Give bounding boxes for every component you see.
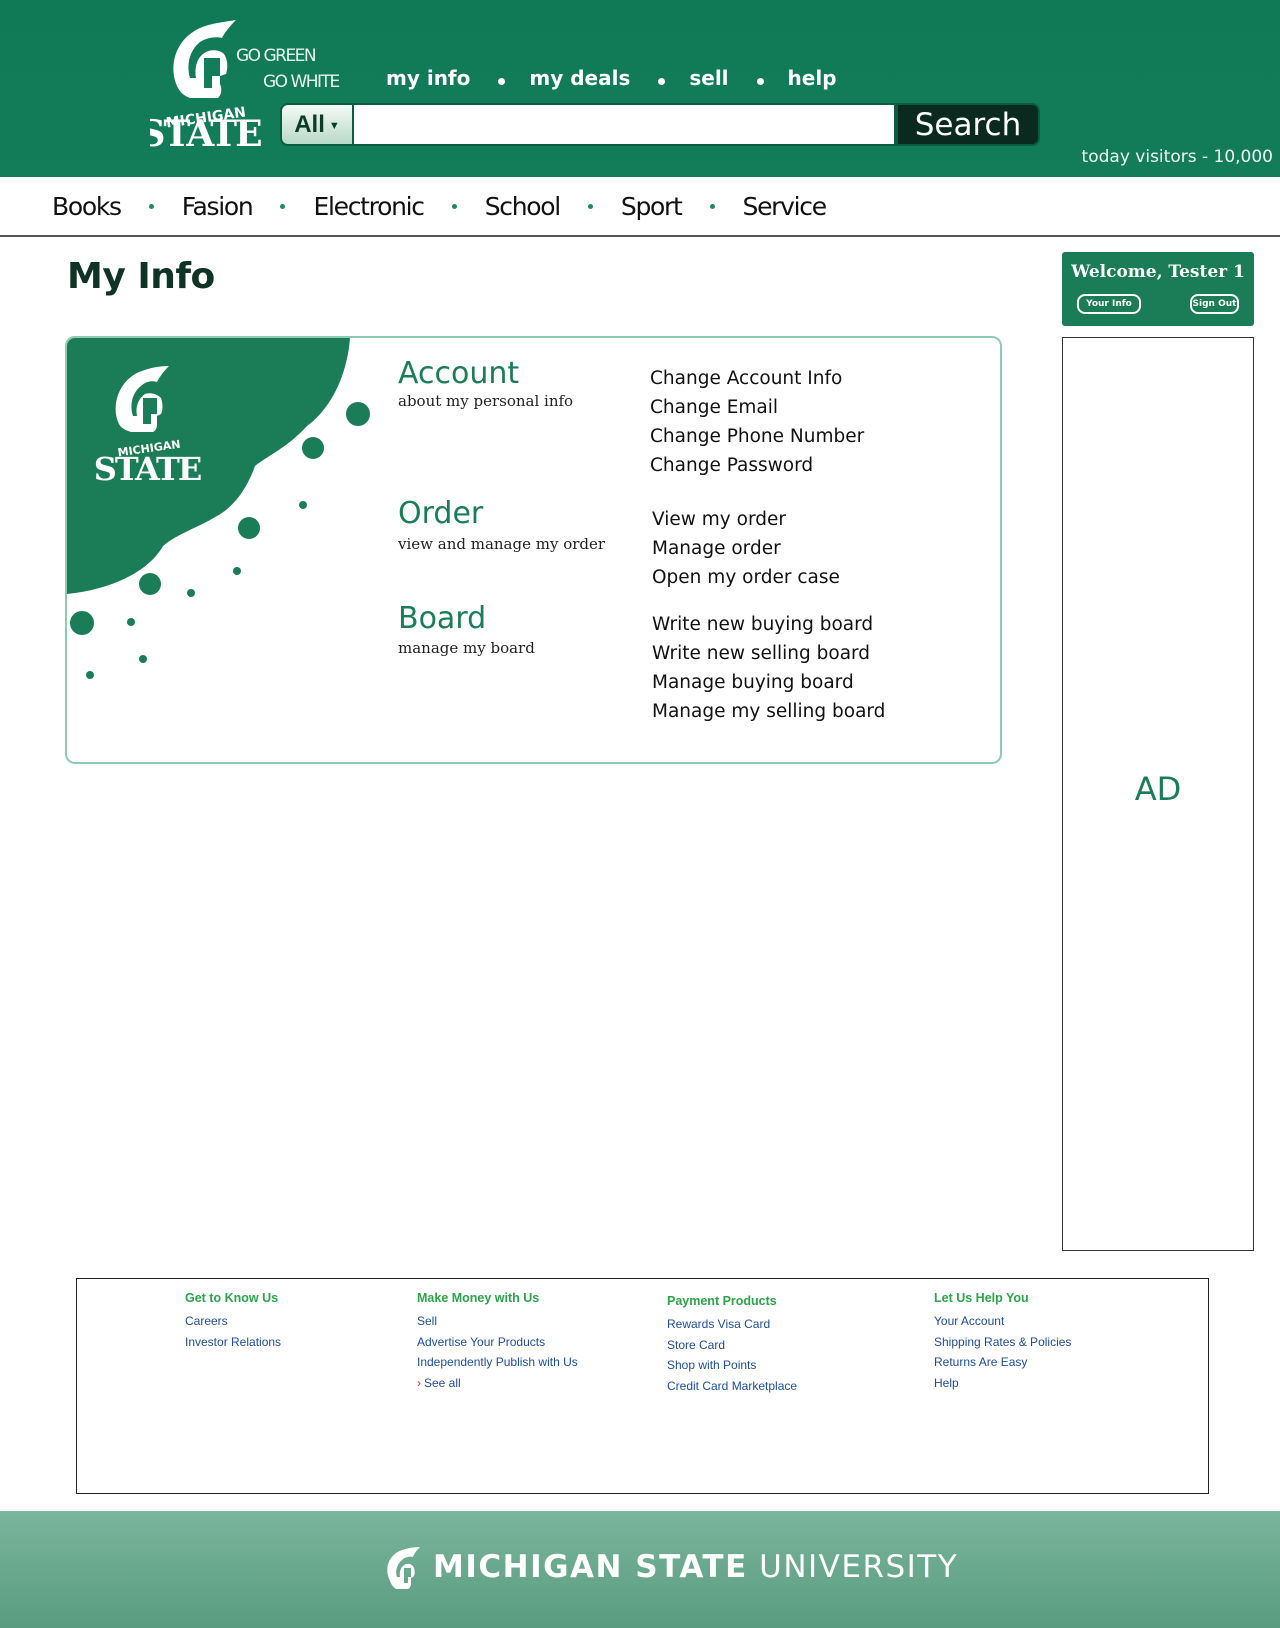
ad-banner[interactable]: AD bbox=[1062, 337, 1254, 1251]
svg-text:STATE: STATE bbox=[94, 450, 201, 488]
arrow-right-icon: › bbox=[417, 1375, 421, 1390]
link-manage-buying-board[interactable]: Manage buying board bbox=[652, 668, 885, 697]
footer-column-title: Make Money with Us bbox=[417, 1291, 540, 1305]
section-subtitle-account: about my personal info bbox=[398, 392, 574, 410]
category-books[interactable]: Books bbox=[52, 192, 122, 221]
link-view-my-order[interactable]: View my order bbox=[652, 505, 840, 534]
category-electronic[interactable]: Electronic bbox=[313, 192, 425, 221]
search-category-label: All bbox=[294, 110, 325, 138]
footer-column-let-us-help: Let Us Help You Your Account Shipping Ra… bbox=[934, 1291, 1071, 1393]
footer-link-your-account[interactable]: Your Account bbox=[934, 1311, 1071, 1332]
footer-column-title: Payment Products bbox=[667, 1294, 777, 1308]
footer-column-title: Let Us Help You bbox=[934, 1291, 1029, 1305]
footer-column-make-money: Make Money with Us Sell Advertise Your P… bbox=[417, 1291, 578, 1393]
link-manage-order[interactable]: Manage order bbox=[652, 534, 840, 563]
visitor-count: today visitors - 10,000 bbox=[1081, 147, 1273, 167]
footer-link-returns[interactable]: Returns Are Easy bbox=[934, 1352, 1071, 1373]
nav-my-info[interactable]: my info bbox=[386, 66, 470, 90]
link-change-account-info[interactable]: Change Account Info bbox=[650, 364, 864, 393]
nav-my-deals[interactable]: my deals bbox=[529, 66, 630, 90]
university-wordmark: MICHIGAN STATE UNIVERSITY bbox=[433, 1549, 958, 1585]
category-separator bbox=[451, 203, 457, 209]
page-title: My Info bbox=[67, 256, 215, 297]
dropdown-caret-icon: ▼ bbox=[328, 119, 340, 132]
welcome-box: Welcome, Tester 1 Your Info Sign Out bbox=[1062, 252, 1254, 326]
footer-column-get-to-know-us: Get to Know Us Careers Investor Relation… bbox=[185, 1291, 281, 1352]
nav-separator bbox=[756, 77, 764, 85]
footer-link-credit-card-marketplace[interactable]: Credit Card Marketplace bbox=[667, 1376, 797, 1397]
nav-sell[interactable]: sell bbox=[689, 66, 728, 90]
search-category-select[interactable]: All ▼ bbox=[280, 103, 354, 146]
footer-link-investor-relations[interactable]: Investor Relations bbox=[185, 1332, 281, 1353]
nav-help[interactable]: help bbox=[788, 66, 837, 90]
section-title-order: Order bbox=[398, 496, 484, 531]
footer-link-advertise[interactable]: Advertise Your Products bbox=[417, 1332, 578, 1353]
footer-link-store-card[interactable]: Store Card bbox=[667, 1335, 797, 1356]
search-bar: All ▼ Search bbox=[280, 103, 1040, 146]
university-name-bold: MICHIGAN STATE bbox=[433, 1549, 748, 1585]
footer-column-payment-products: Payment Products Rewards Visa Card Store… bbox=[667, 1294, 797, 1396]
ad-label: AD bbox=[1134, 770, 1182, 808]
university-name-light: UNIVERSITY bbox=[759, 1549, 959, 1585]
top-nav: my info my deals sell help bbox=[386, 66, 837, 90]
slogan-go-green: GO GREEN bbox=[236, 46, 317, 66]
category-separator bbox=[148, 203, 154, 209]
spartan-logo[interactable]: MICHIGAN STATE bbox=[150, 18, 262, 150]
your-info-button[interactable]: Your Info bbox=[1077, 294, 1141, 314]
link-open-my-order-case[interactable]: Open my order case bbox=[652, 563, 840, 592]
category-separator bbox=[280, 203, 286, 209]
category-school[interactable]: School bbox=[485, 192, 562, 221]
site-header: MICHIGAN STATE GO GREEN GO WHITE my info… bbox=[0, 0, 1280, 177]
footer-link-help[interactable]: Help bbox=[934, 1373, 1071, 1394]
link-change-password[interactable]: Change Password bbox=[650, 451, 864, 480]
footer-column-title: Get to Know Us bbox=[185, 1291, 279, 1305]
link-manage-my-selling-board[interactable]: Manage my selling board bbox=[652, 697, 885, 726]
footer-link-careers[interactable]: Careers bbox=[185, 1311, 281, 1332]
spartan-helmet-icon bbox=[387, 1547, 420, 1589]
my-info-card: MICHIGAN STATE Account about my personal… bbox=[65, 336, 1002, 764]
order-links: View my order Manage order Open my order… bbox=[652, 505, 840, 592]
nav-separator bbox=[658, 77, 666, 85]
link-change-email[interactable]: Change Email bbox=[650, 393, 864, 422]
nav-separator bbox=[498, 77, 506, 85]
svg-text:STATE: STATE bbox=[150, 113, 261, 150]
footer-link-publish[interactable]: Independently Publish with Us bbox=[417, 1352, 578, 1373]
footer-links: Get to Know Us Careers Investor Relation… bbox=[76, 1278, 1209, 1494]
footer-link-sell[interactable]: Sell bbox=[417, 1311, 578, 1332]
category-service[interactable]: Service bbox=[743, 192, 828, 221]
category-nav: Books Fasion Electronic School Sport Ser… bbox=[0, 177, 1280, 237]
decorative-cloud-art: MICHIGAN STATE bbox=[67, 338, 370, 679]
category-sport[interactable]: Sport bbox=[621, 192, 683, 221]
footer-link-see-all[interactable]: › See all bbox=[417, 1373, 578, 1394]
section-subtitle-board: manage my board bbox=[398, 639, 535, 657]
university-footer: MICHIGAN STATE UNIVERSITY bbox=[0, 1511, 1280, 1628]
section-title-account: Account bbox=[398, 356, 520, 391]
category-separator bbox=[587, 203, 593, 209]
account-links: Change Account Info Change Email Change … bbox=[650, 364, 864, 480]
footer-link-shipping-rates[interactable]: Shipping Rates & Policies bbox=[934, 1332, 1071, 1353]
category-fasion[interactable]: Fasion bbox=[182, 192, 254, 221]
search-button[interactable]: Search bbox=[896, 103, 1040, 146]
footer-link-shop-with-points[interactable]: Shop with Points bbox=[667, 1355, 797, 1376]
section-title-board: Board bbox=[398, 601, 487, 636]
slogan-go-white: GO WHITE bbox=[263, 72, 340, 92]
welcome-text: Welcome, Tester 1 bbox=[1071, 262, 1245, 282]
board-links: Write new buying board Write new selling… bbox=[652, 610, 885, 726]
search-input[interactable] bbox=[354, 103, 896, 146]
category-separator bbox=[709, 203, 715, 209]
link-write-new-selling-board[interactable]: Write new selling board bbox=[652, 639, 885, 668]
link-write-new-buying-board[interactable]: Write new buying board bbox=[652, 610, 885, 639]
link-change-phone-number[interactable]: Change Phone Number bbox=[650, 422, 864, 451]
sign-out-button[interactable]: Sign Out bbox=[1190, 294, 1239, 314]
section-subtitle-order: view and manage my order bbox=[398, 535, 606, 553]
footer-link-rewards-visa[interactable]: Rewards Visa Card bbox=[667, 1314, 797, 1335]
footer-link-see-all-label: See all bbox=[424, 1375, 461, 1390]
